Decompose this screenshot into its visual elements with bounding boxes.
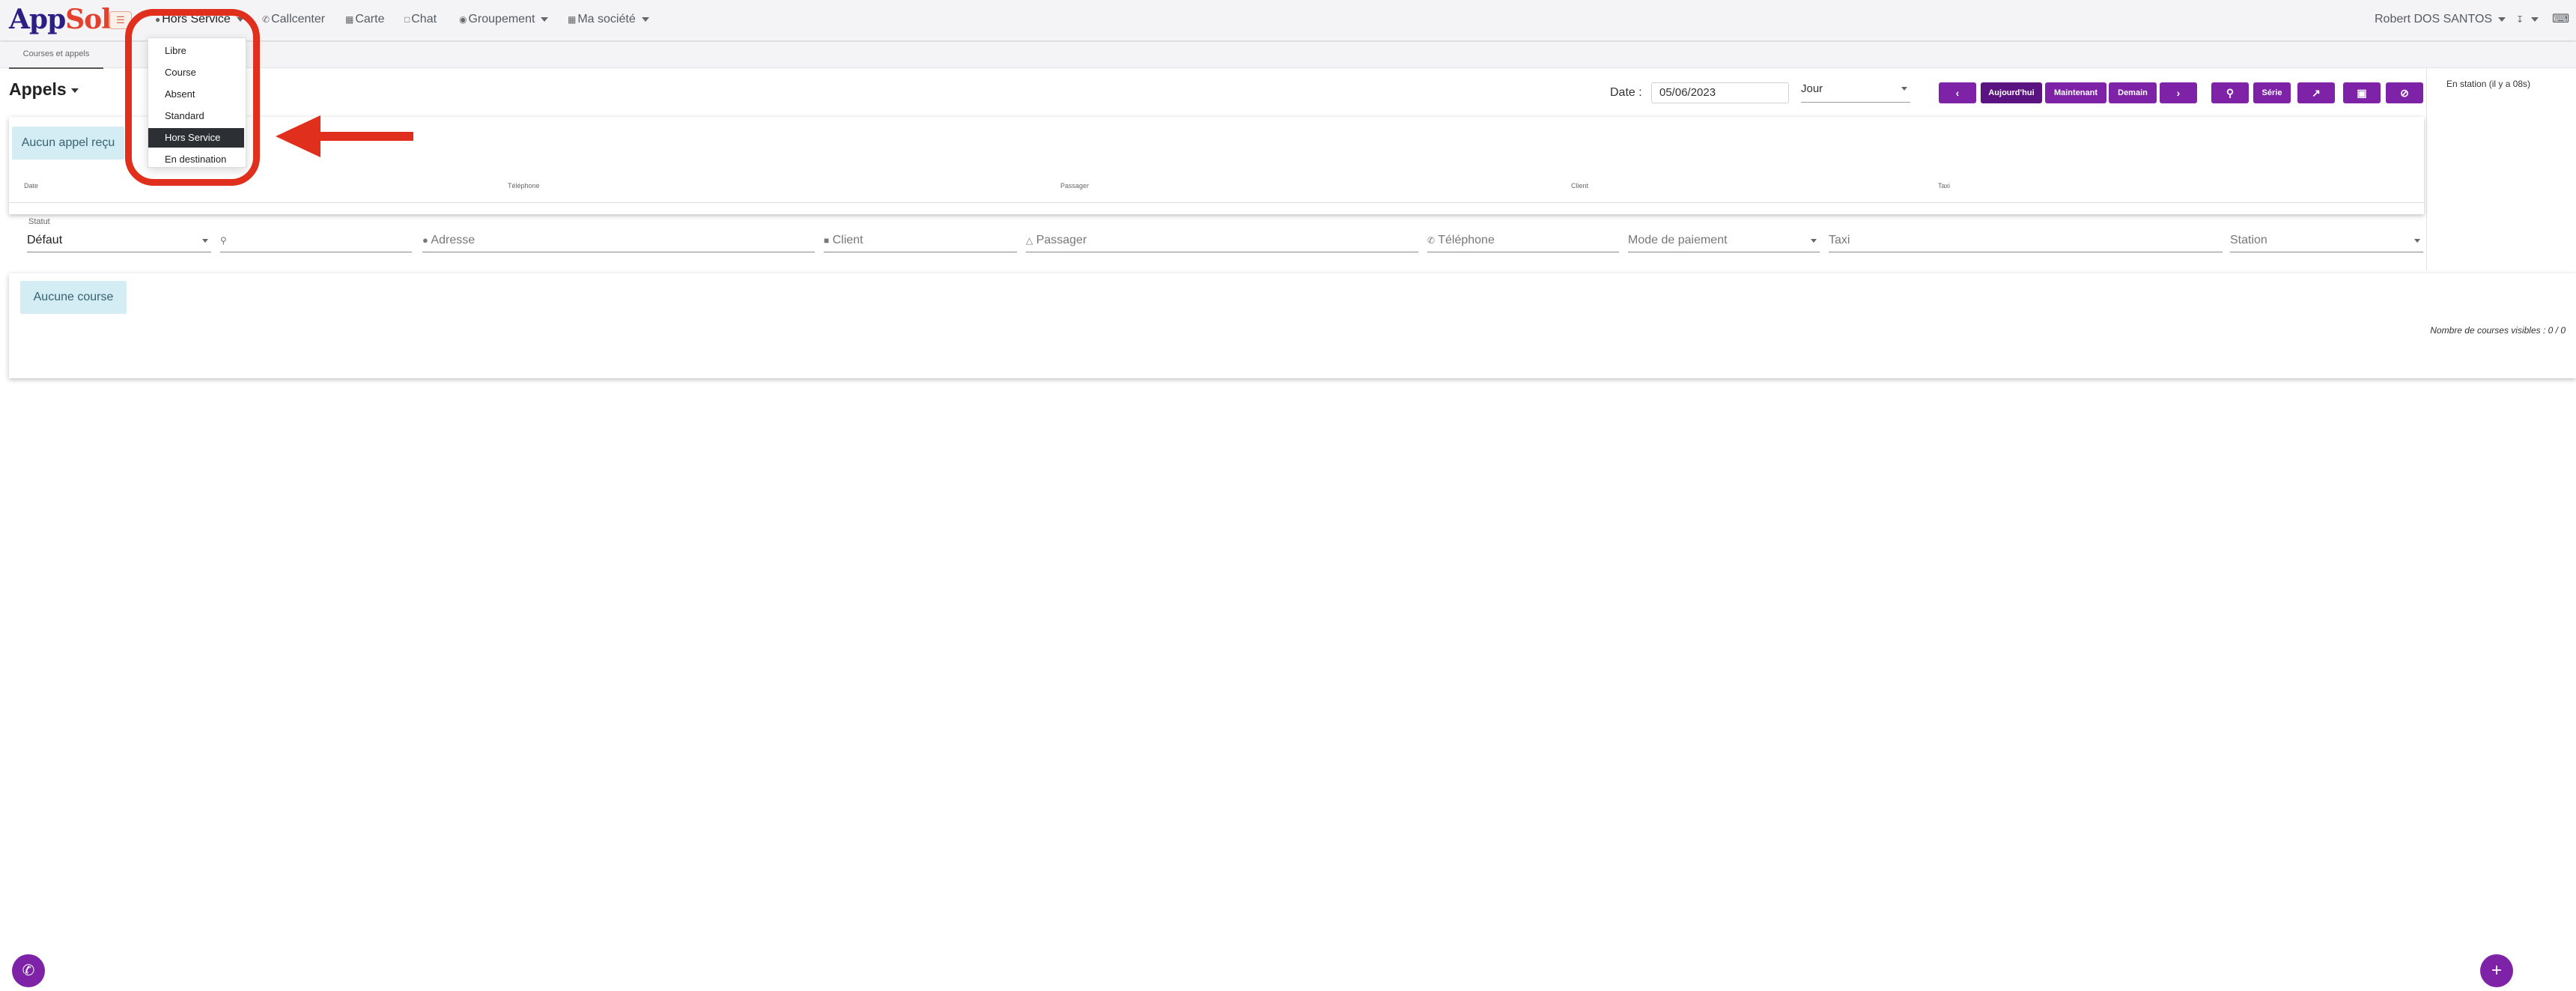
nav-callcenter-label: Callcenter [271, 13, 326, 25]
column-header-date: Date [24, 182, 39, 190]
user-name: Robert DOS SANTOS [2375, 13, 2493, 25]
appels-title-toggle[interactable]: Appels [9, 79, 79, 100]
taxi-button[interactable]: ▣ [2343, 82, 2381, 103]
user-icon: △ [1026, 235, 1033, 246]
nav-carte[interactable]: ▦ Carte [345, 10, 384, 28]
client-placeholder: Client [832, 234, 863, 246]
chevron-down-icon [1901, 87, 1907, 91]
station-select[interactable]: Station [2230, 229, 2423, 252]
car-icon: ▣ [2357, 87, 2367, 99]
date-label: Date : [1610, 86, 1642, 99]
nav-carte-label: Carte [355, 13, 385, 25]
passager-placeholder: Passager [1036, 234, 1087, 246]
client-field[interactable]: ■ Client [824, 229, 1017, 252]
highlight-outline [125, 9, 260, 186]
station-placeholder: Station [2230, 234, 2267, 246]
no-courses-alert: Aucune course [20, 281, 127, 314]
column-header-taxi: Taxi [1938, 182, 1951, 190]
station-status: En station (il y a 08s) [2446, 79, 2531, 89]
search-button[interactable]: ⚲ [2211, 82, 2249, 103]
phone-icon: ✆ [22, 963, 35, 979]
mute-button[interactable]: ⊘ [2386, 82, 2423, 103]
prev-day-button[interactable]: ‹ [1939, 82, 1976, 103]
date-input[interactable]: 05/06/2023 [1651, 82, 1789, 103]
chevron-down-icon [2531, 16, 2539, 22]
chevron-left-icon: ‹ [1955, 87, 1960, 99]
next-day-button[interactable]: › [2160, 82, 2197, 103]
chevron-right-icon: › [2176, 87, 2181, 99]
chat-icon: □ [404, 14, 410, 25]
chevron-down-icon [641, 16, 649, 22]
logo-text-app: App [9, 4, 66, 35]
tomorrow-button[interactable]: Demain [2109, 82, 2157, 103]
chevron-down-icon [70, 88, 79, 93]
telephone-placeholder: Téléphone [1438, 234, 1495, 246]
phone-icon: ✆ [1427, 235, 1436, 246]
bell-slash-icon: ⊘ [2400, 87, 2409, 99]
chevron-down-icon [541, 16, 549, 22]
visible-courses-count: Nombre de courses visibles : 0 / 0 [2430, 325, 2566, 336]
today-button[interactable]: Aujourd'hui [1981, 82, 2042, 103]
phone-icon: ✆ [262, 14, 270, 25]
user-menu[interactable]: Robert DOS SANTOS [2375, 10, 2506, 28]
arrow-annotation [276, 115, 413, 157]
adresse-field[interactable]: ● Adresse [422, 229, 815, 252]
chevron-down-icon [1811, 239, 1817, 243]
building-icon: ▦ [568, 14, 577, 25]
nav-ma-societe[interactable]: ▦ Ma société [568, 10, 649, 28]
map-icon: ▦ [345, 14, 354, 25]
arrow-shape [276, 115, 413, 157]
globe-icon: ◉ [459, 14, 467, 25]
chevron-down-icon [2414, 239, 2420, 243]
column-header-passager: Passager [1060, 182, 1090, 190]
chevron-down-icon [2498, 16, 2506, 22]
nav-chat[interactable]: □ Chat [404, 10, 437, 28]
courses-list [9, 273, 2576, 378]
external-link-icon: ↗ [2312, 87, 2321, 99]
passager-field[interactable]: △ Passager [1026, 229, 1418, 252]
paiement-select[interactable]: Mode de paiement [1628, 229, 1820, 252]
nav-groupement-label: Groupement [468, 13, 535, 25]
tab-courses-et-appels[interactable]: Courses et appels [9, 46, 103, 69]
map-marker-icon: ● [422, 234, 428, 246]
search-input[interactable]: ⚲ [220, 229, 412, 252]
top-navbar [0, 0, 2576, 41]
search-icon: ⚲ [220, 235, 227, 246]
taxi-placeholder: Taxi [1829, 234, 1850, 246]
period-value: Jour [1801, 82, 1823, 95]
keyboard-icon[interactable]: ⌨ [2552, 10, 2569, 28]
plus-icon: + [2491, 960, 2502, 981]
serie-button[interactable]: Série [2253, 82, 2291, 103]
now-button[interactable]: Maintenant [2045, 82, 2106, 103]
station-panel: En station (il y a 08s) [2426, 68, 2576, 270]
nav-groupement[interactable]: ◉ Groupement [459, 10, 549, 28]
add-fab-button[interactable]: + [2480, 954, 2513, 987]
column-header-telephone: Téléphone [508, 182, 540, 190]
call-fab-button[interactable]: ✆ [12, 954, 45, 987]
external-link-button[interactable]: ↗ [2297, 82, 2335, 103]
page-title: Appels [9, 79, 67, 99]
nav-chat-label: Chat [411, 13, 437, 25]
statut-select[interactable]: Défaut [27, 229, 211, 252]
statut-label: Statut [28, 217, 50, 226]
nav-societe-label: Ma société [577, 13, 636, 25]
nav-callcenter[interactable]: ✆ Callcenter [262, 10, 325, 28]
column-header-client: Client [1571, 182, 1589, 190]
client-icon: ■ [824, 235, 830, 246]
download-menu[interactable]: ↧ [2516, 10, 2539, 28]
search-icon: ⚲ [2226, 87, 2235, 99]
divider [9, 202, 2424, 203]
download-icon: ↧ [2516, 14, 2524, 25]
chevron-down-icon [202, 239, 208, 243]
statut-value: Défaut [27, 234, 63, 246]
period-select[interactable]: Jour [1801, 81, 1910, 103]
no-calls-alert: Aucun appel reçu [12, 127, 124, 160]
telephone-field[interactable]: ✆ Téléphone [1427, 229, 1619, 252]
taxi-field[interactable]: Taxi [1829, 229, 2223, 252]
adresse-placeholder: Adresse [431, 234, 476, 246]
tab-bar [0, 42, 2576, 68]
paiement-placeholder: Mode de paiement [1628, 234, 1728, 246]
